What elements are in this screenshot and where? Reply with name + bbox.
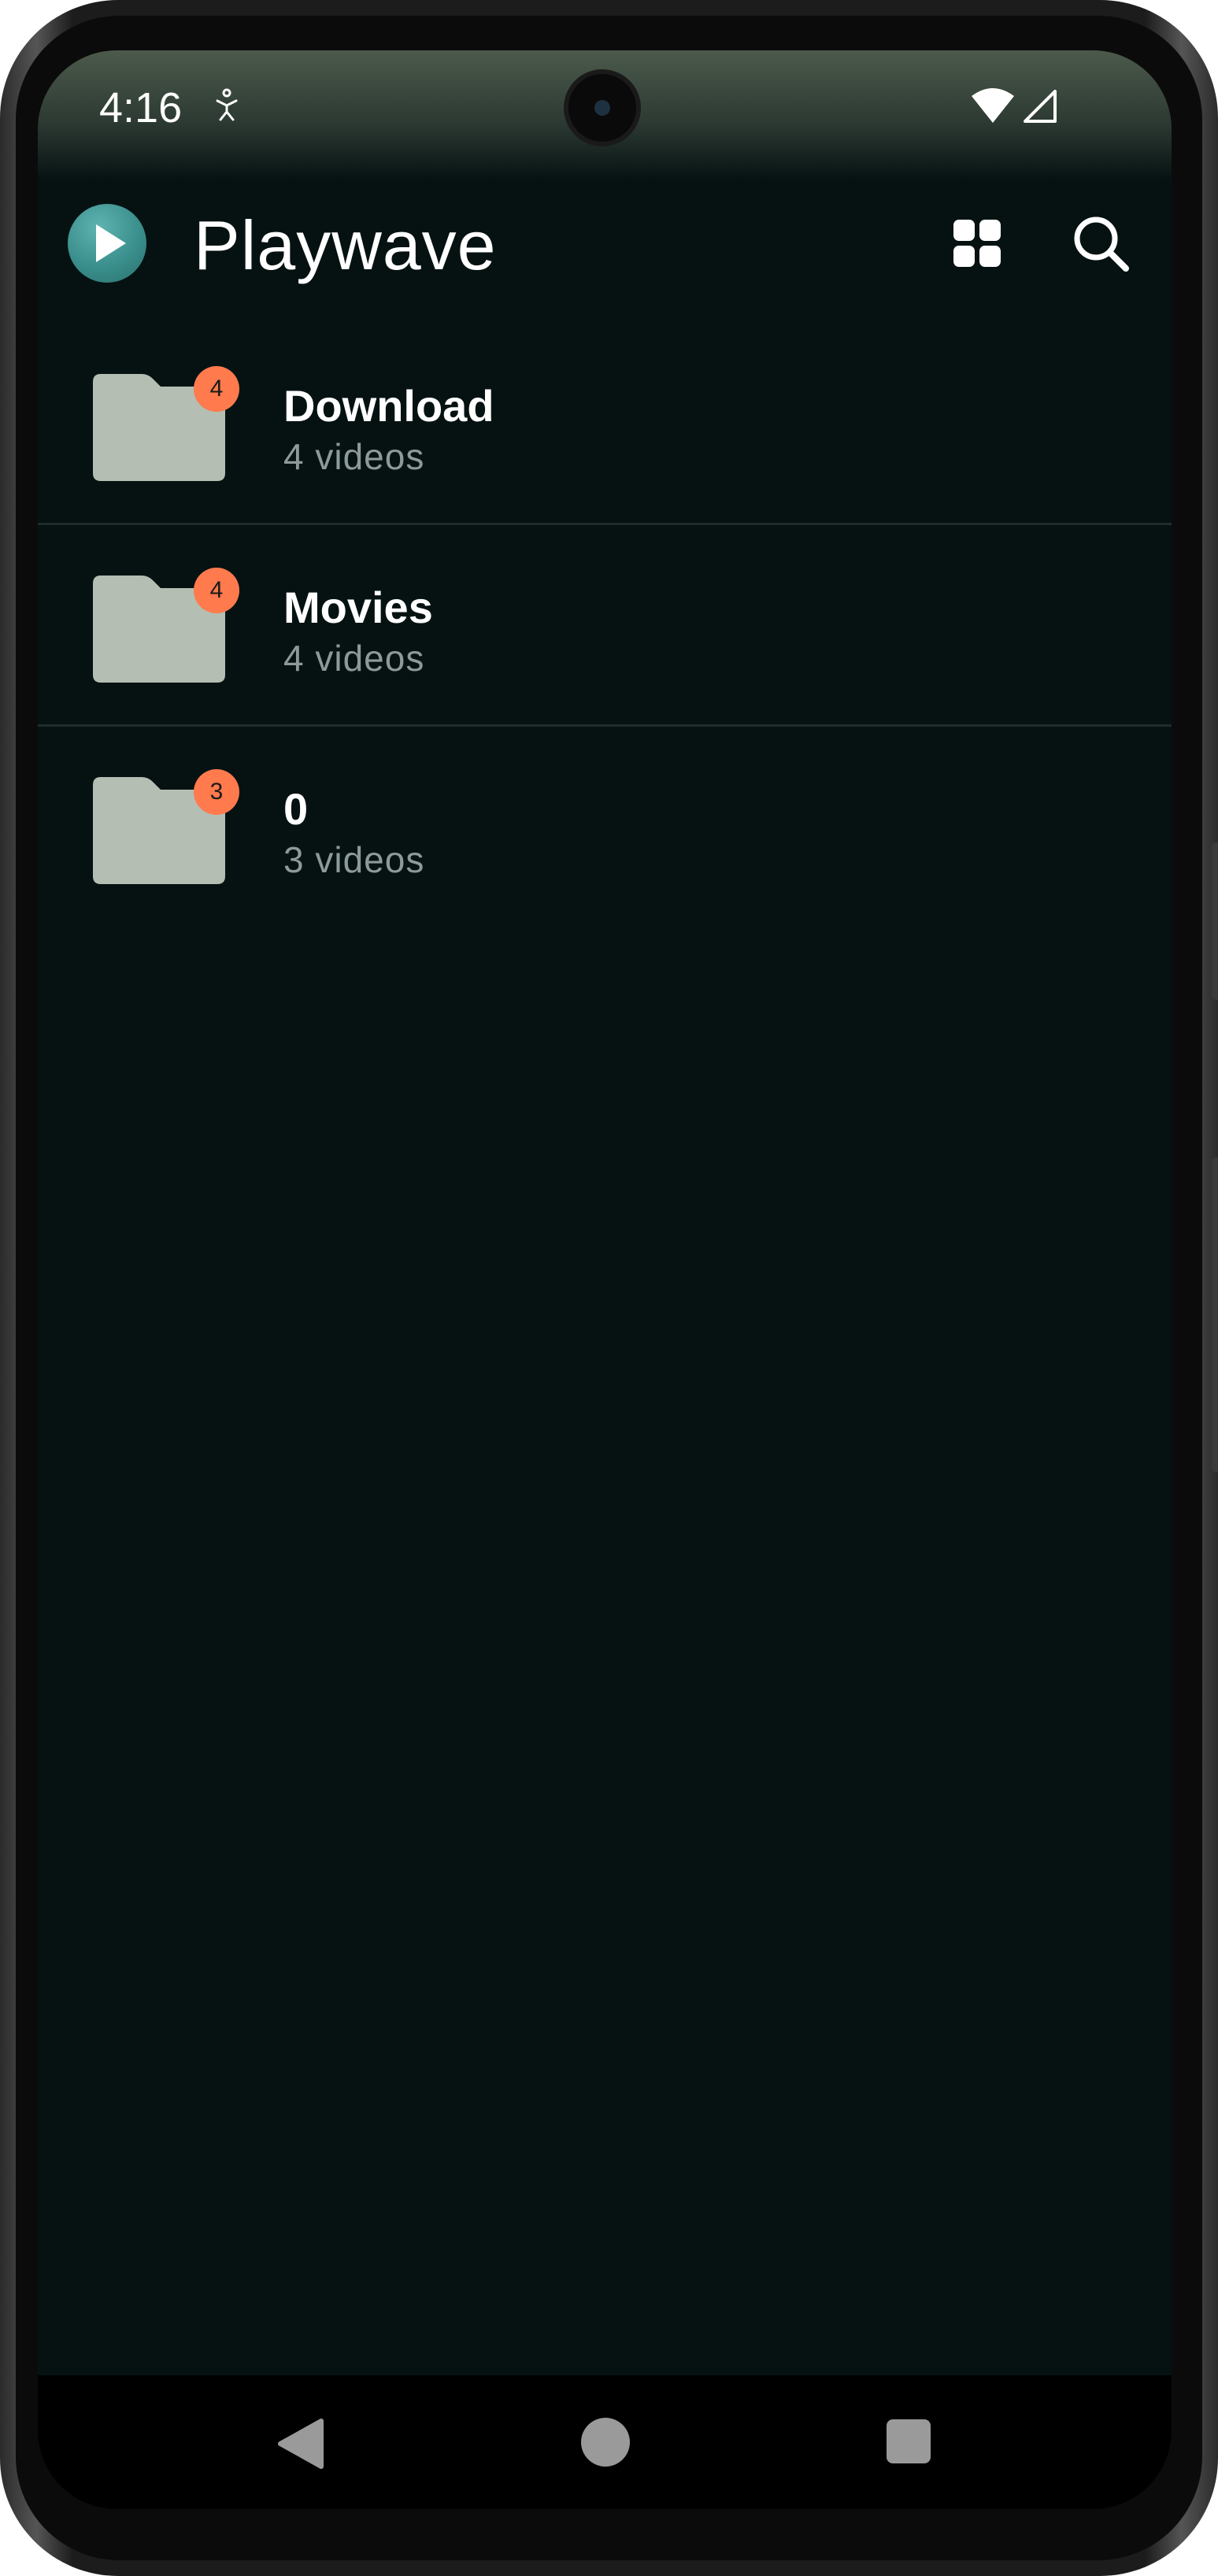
folder-item-0[interactable]: 3 0 3 videos: [38, 727, 1172, 928]
status-bar: 4:16: [38, 50, 1172, 180]
screen: 4:16 Playwave 4 Download 4 videos 4 Movi…: [38, 50, 1172, 2509]
status-time: 4:16: [99, 84, 183, 131]
back-icon[interactable]: [274, 2416, 329, 2471]
home-icon[interactable]: [581, 2418, 630, 2467]
folder-name: Movies: [283, 583, 433, 632]
folder-video-count: 4 videos: [283, 436, 425, 477]
video-count-badge: 4: [194, 568, 239, 613]
folder-video-count: 3 videos: [283, 839, 425, 880]
accessibility-icon: [216, 88, 238, 121]
signal-icon: [1024, 90, 1057, 123]
search-button[interactable]: [1053, 196, 1148, 291]
video-count-badge: 3: [194, 769, 239, 815]
app-logo: [68, 204, 146, 283]
folder-video-count: 4 videos: [283, 638, 425, 679]
app-title: Playwave: [194, 206, 497, 284]
app-bar: Playwave: [38, 180, 1172, 298]
recents-icon[interactable]: [887, 2419, 931, 2463]
play-icon: [96, 224, 126, 262]
wifi-icon: [972, 88, 1014, 123]
volume-button: [1212, 842, 1218, 1000]
folder-item-download[interactable]: 4 Download 4 videos: [38, 324, 1172, 525]
front-camera: [568, 74, 636, 142]
video-count-badge: 4: [194, 366, 239, 412]
folder-name: Download: [283, 381, 494, 431]
phone-frame: 4:16 Playwave 4 Download 4 videos 4 Movi…: [0, 0, 1218, 2576]
grid-view-icon: [953, 220, 1001, 267]
folder-list: 4 Download 4 videos 4 Movies 4 videos 3 …: [38, 324, 1172, 928]
grid-view-button[interactable]: [930, 196, 1024, 291]
search-icon: [1074, 217, 1129, 272]
folder-name: 0: [283, 784, 309, 834]
folder-item-movies[interactable]: 4 Movies 4 videos: [38, 525, 1172, 727]
power-button: [1212, 1157, 1218, 1472]
system-nav-bar: [38, 2375, 1172, 2509]
